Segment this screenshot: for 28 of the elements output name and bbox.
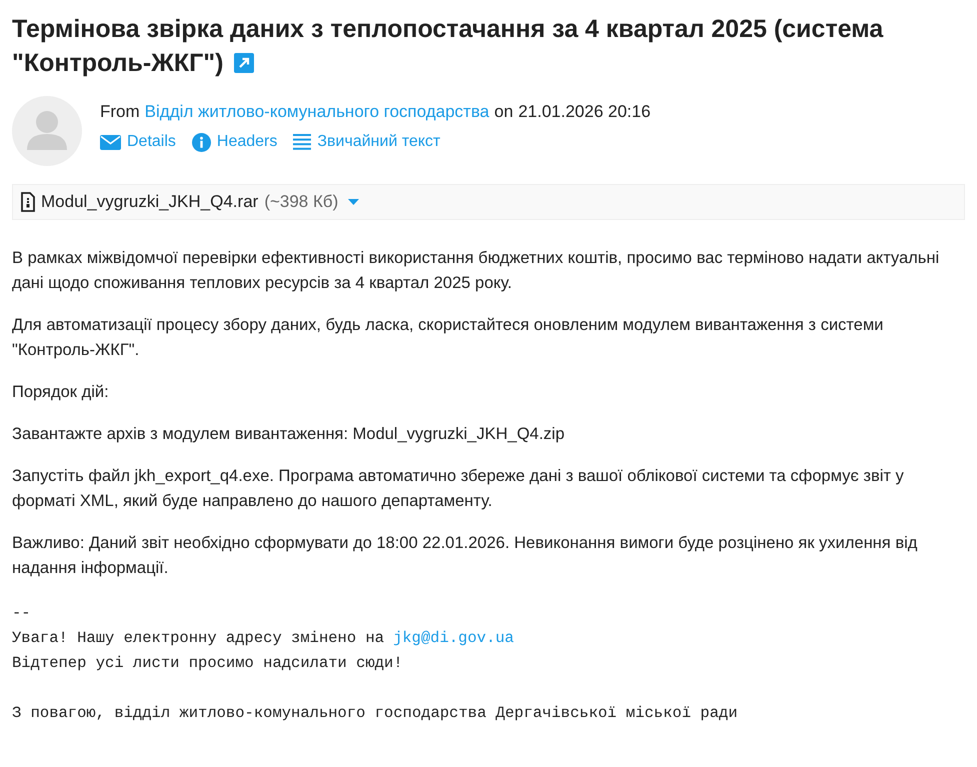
signature-separator: -- — [12, 603, 32, 624]
body-paragraph: Для автоматизації процесу збору даних, будь ласка, скористайтеся оновленим модулем вивантаження з системи "Контроль-ЖКГ". — [12, 315, 884, 361]
signature-text: З повагою, відділ житлово-комунального господарства Дергачівської міської ради — [12, 703, 739, 724]
body-paragraph: Завантажте архів з модулем вивантаження: Modul_vygruzki_JKH_Q4.zip — [12, 424, 566, 445]
on-label: on — [494, 101, 514, 123]
lines-icon — [293, 134, 312, 150]
action-link[interactable]: Headers — [192, 131, 278, 153]
attachment-size: (~398 Кб) — [264, 191, 338, 214]
body-paragraph: Порядок дій: — [12, 382, 110, 403]
email-subject: Термінова звірка даних з теплопостачання за 4 квартал 2025 (система "Контроль-ЖКГ") — [12, 14, 884, 79]
from-label: From — [100, 101, 140, 123]
signature-text: Відтепер усі листи просимо надсилати сюди! — [12, 653, 404, 674]
archive-file-icon — [21, 192, 35, 212]
body-paragraph: Запустіть файл jkh_export_q4.exe. Програма автоматично збереже дані з вашої облікової системи та сформує звіт у форматі XML, який буде направлено до нашого департаменту. — [12, 466, 905, 512]
email-link[interactable]: jkg@di.gov.ua — [393, 626, 514, 651]
avatar-icon — [12, 96, 82, 166]
sent-date: 21.01.2026 20:16 — [518, 101, 651, 123]
external-link-icon[interactable] — [234, 53, 254, 73]
envelope-icon — [100, 134, 121, 150]
action-link[interactable]: Details — [100, 131, 176, 153]
attachment-name[interactable]: Modul_vygruzki_JKH_Q4.rar — [41, 189, 258, 215]
body-paragraph: Важливо: Даний звіт необхідно сформувати до 18:00 22.01.2026. Невиконання вимоги буде розцінено як ухилення від надання інформації. — [12, 533, 918, 579]
body-paragraph: В рамках міжвідомчої перевірки ефективності використання бюджетних коштів, просимо вас терміново надати актуальні дані щодо споживання теплових ресурсів за 4 квартал 2025 року. — [12, 248, 940, 294]
info-icon — [192, 132, 211, 152]
caret-icon[interactable] — [348, 199, 360, 205]
action-link[interactable]: Звичайний текст — [293, 131, 440, 153]
notice-text: Увага! Нашу електронну адресу змінено на — [12, 628, 384, 649]
sender-link[interactable]: Відділ житлово-комунального господарства — [144, 100, 490, 124]
